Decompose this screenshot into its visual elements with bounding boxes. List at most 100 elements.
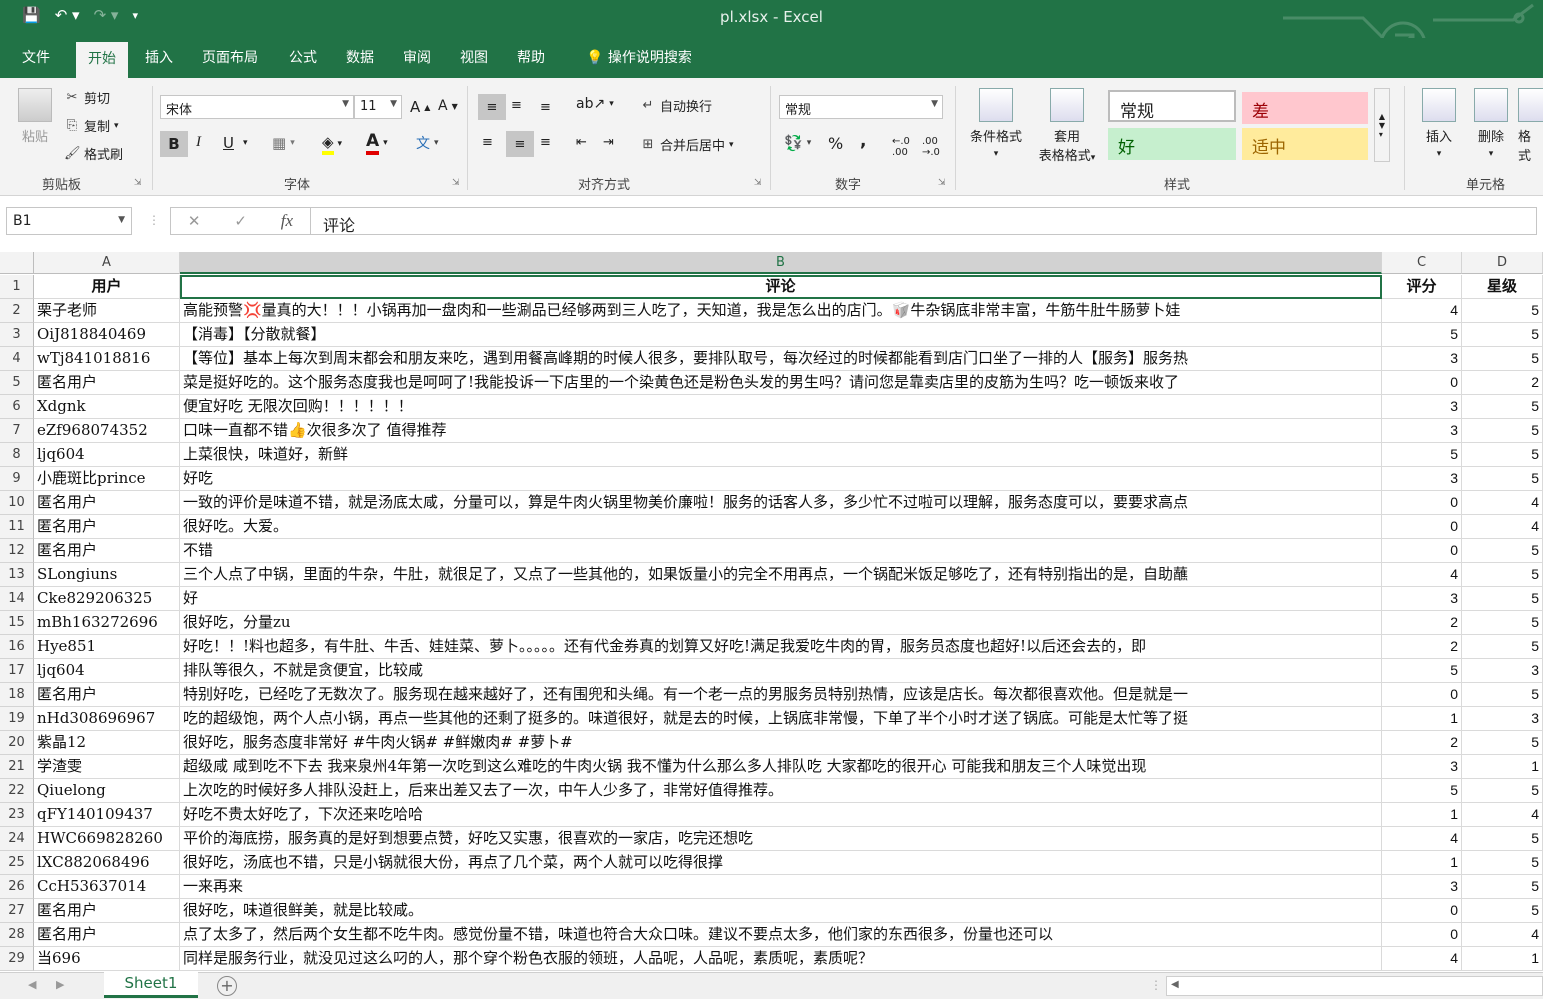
tell-me-search[interactable]: 💡 操作说明搜索: [574, 38, 704, 78]
align-left-icon[interactable]: ≡: [482, 135, 493, 150]
cell-a[interactable]: 栗子老师: [34, 299, 180, 323]
cell-b[interactable]: 点了太多了，然后两个女生都不吃牛肉。感觉份量不错，味道也符合大众口味。建议不要点…: [180, 923, 1382, 947]
fill-color-icon[interactable]: ◈ ▾: [322, 133, 342, 155]
cell-c[interactable]: 2: [1382, 611, 1462, 635]
cell-d[interactable]: 4: [1462, 803, 1543, 827]
cell-a[interactable]: 当696: [34, 947, 180, 971]
row-header[interactable]: 5: [0, 371, 34, 395]
row-header[interactable]: 1: [0, 275, 34, 299]
cell-d[interactable]: 5: [1462, 827, 1543, 851]
cell-d[interactable]: 3: [1462, 707, 1543, 731]
cell-d[interactable]: 星级: [1462, 275, 1543, 299]
cell-c[interactable]: 3: [1382, 419, 1462, 443]
tab-home[interactable]: 开始: [76, 42, 128, 78]
cell-d[interactable]: 2: [1462, 371, 1543, 395]
tab-view[interactable]: 视图: [448, 38, 500, 78]
cell-a[interactable]: Cke829206325: [34, 587, 180, 611]
cell-c[interactable]: 0: [1382, 491, 1462, 515]
row-header[interactable]: 7: [0, 419, 34, 443]
italic-button[interactable]: I: [196, 134, 201, 151]
cell-a[interactable]: OiJ818840469: [34, 323, 180, 347]
cell-b[interactable]: 评论: [180, 275, 1382, 299]
row-header[interactable]: 6: [0, 395, 34, 419]
cell-b[interactable]: 口味一直都不错👍次很多次了 值得推荐: [180, 419, 1382, 443]
cell-d[interactable]: 5: [1462, 875, 1543, 899]
number-format-combo[interactable]: 常规 ▼: [779, 95, 943, 119]
row-header[interactable]: 27: [0, 899, 34, 923]
cell-a[interactable]: HWC669828260: [34, 827, 180, 851]
row-header[interactable]: 14: [0, 587, 34, 611]
font-launcher-icon[interactable]: ⇲: [452, 178, 460, 188]
cell-c[interactable]: 0: [1382, 371, 1462, 395]
cell-d[interactable]: 4: [1462, 515, 1543, 539]
cell-c[interactable]: 3: [1382, 347, 1462, 371]
row-header[interactable]: 20: [0, 731, 34, 755]
cell-c[interactable]: 3: [1382, 587, 1462, 611]
clipboard-launcher-icon[interactable]: ⇲: [134, 178, 142, 188]
row-header[interactable]: 16: [0, 635, 34, 659]
cell-a[interactable]: mBh163272696: [34, 611, 180, 635]
cell-d[interactable]: 5: [1462, 443, 1543, 467]
cell-c[interactable]: 5: [1382, 323, 1462, 347]
conditional-format-button[interactable]: 条件格式 ▾: [964, 88, 1028, 160]
insert-cells-button[interactable]: 插入 ▾: [1416, 88, 1462, 160]
cell-b[interactable]: 【消毒】【分散就餐】: [180, 323, 1382, 347]
row-header[interactable]: 13: [0, 563, 34, 587]
style-normal[interactable]: 常规: [1108, 90, 1236, 122]
phonetic-icon[interactable]: 文 ▾: [416, 133, 439, 153]
cell-b[interactable]: 菜是挺好吃的。这个服务态度我也是呵呵了!我能投诉一下店里的一个染黄色还是粉色头发…: [180, 371, 1382, 395]
delete-cells-button[interactable]: 删除 ▾: [1468, 88, 1514, 160]
column-header-c[interactable]: C: [1382, 252, 1462, 274]
formula-input[interactable]: 评论: [310, 207, 1537, 235]
cell-d[interactable]: 5: [1462, 587, 1543, 611]
cell-a[interactable]: ljq604: [34, 443, 180, 467]
cell-c[interactable]: 5: [1382, 443, 1462, 467]
bold-button[interactable]: B: [160, 131, 188, 157]
cell-b[interactable]: 很好吃，分量zu: [180, 611, 1382, 635]
prev-sheet-icon[interactable]: ◀: [28, 978, 36, 991]
cell-c[interactable]: 4: [1382, 563, 1462, 587]
cell-b[interactable]: 很好吃，味道很鲜美，就是比较咸。: [180, 899, 1382, 923]
borders-icon[interactable]: ▦ ▾: [272, 134, 295, 152]
row-header[interactable]: 25: [0, 851, 34, 875]
row-header[interactable]: 26: [0, 875, 34, 899]
style-good[interactable]: 好: [1108, 128, 1236, 160]
grow-font-button[interactable]: A ▲: [410, 98, 430, 116]
cell-d[interactable]: 5: [1462, 635, 1543, 659]
format-painter-button[interactable]: 🖌 格式刷: [64, 144, 123, 164]
cell-a[interactable]: 匿名用户: [34, 683, 180, 707]
tab-splitter-icon[interactable]: ⋮: [1150, 978, 1162, 992]
cell-d[interactable]: 5: [1462, 467, 1543, 491]
style-neutral[interactable]: 适中: [1242, 128, 1368, 160]
shrink-font-button[interactable]: A ▼: [438, 98, 458, 114]
cell-a[interactable]: CcH53637014: [34, 875, 180, 899]
cell-a[interactable]: 匿名用户: [34, 899, 180, 923]
cell-b[interactable]: 好: [180, 587, 1382, 611]
cell-d[interactable]: 5: [1462, 731, 1543, 755]
underline-dropdown[interactable]: ▾: [243, 138, 248, 148]
percent-button[interactable]: %: [828, 134, 843, 153]
cell-c[interactable]: 0: [1382, 899, 1462, 923]
cut-button[interactable]: ✂ 剪切: [64, 88, 110, 108]
cell-d[interactable]: 5: [1462, 851, 1543, 875]
cell-a[interactable]: 匿名用户: [34, 491, 180, 515]
cell-b[interactable]: 平价的海底捞，服务真的是好到想要点赞，好吃又实惠，很喜欢的一家店，吃完还想吃: [180, 827, 1382, 851]
row-header[interactable]: 23: [0, 803, 34, 827]
cell-d[interactable]: 5: [1462, 419, 1543, 443]
tab-data[interactable]: 数据: [334, 38, 386, 78]
cell-d[interactable]: 1: [1462, 947, 1543, 971]
cell-b[interactable]: 很好吃，服务态度非常好 #牛肉火锅# #鲜嫩肉# #萝卜#: [180, 731, 1382, 755]
row-header[interactable]: 19: [0, 707, 34, 731]
cell-d[interactable]: 5: [1462, 539, 1543, 563]
cell-c[interactable]: 3: [1382, 395, 1462, 419]
cell-a[interactable]: qFY140109437: [34, 803, 180, 827]
cell-a[interactable]: 学渣雯: [34, 755, 180, 779]
style-bad[interactable]: 差: [1242, 92, 1368, 124]
row-header[interactable]: 2: [0, 299, 34, 323]
cell-a[interactable]: eZf968074352: [34, 419, 180, 443]
cell-c[interactable]: 4: [1382, 947, 1462, 971]
column-header-b[interactable]: B: [180, 252, 1382, 274]
cell-d[interactable]: 5: [1462, 899, 1543, 923]
cell-c[interactable]: 评分: [1382, 275, 1462, 299]
row-header[interactable]: 29: [0, 947, 34, 971]
